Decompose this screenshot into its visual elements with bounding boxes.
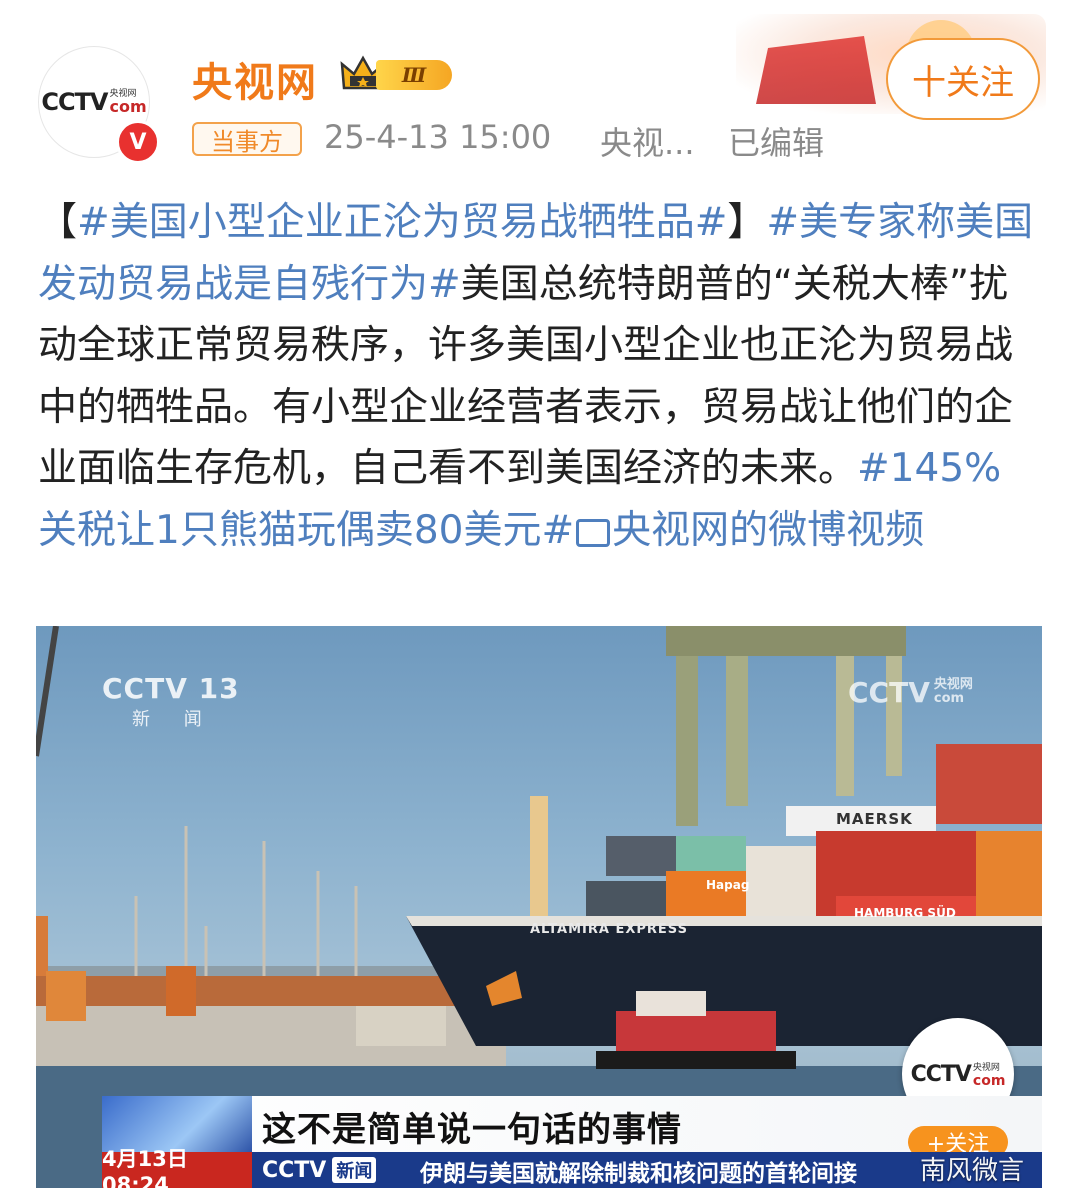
account-name[interactable]: 央视网: [192, 50, 318, 108]
post-source[interactable]: 央视...: [600, 118, 695, 164]
cctv-watermark: CCTV 央视网 com: [848, 676, 973, 709]
close-bracket: 】: [727, 200, 767, 245]
post-text: 【#美国小型企业正沦为贸易战牺牲品#】#美专家称美国发动贸易战是自残行为#美国总…: [38, 192, 1038, 561]
ship-name: ALTAMIRA EXPRESS: [530, 922, 688, 937]
source-watermark: 南风微言: [920, 1156, 1025, 1186]
news-ticker: 4月13日 08:24 CCTV 新闻 伊朗与美国就解除制裁和核问题的首轮间接: [102, 1147, 1042, 1188]
container-label-hapag: Hapag: [706, 878, 750, 892]
channel-logo: CCTV 13 新 闻: [102, 672, 240, 730]
open-bracket: 【: [38, 200, 78, 245]
topic-tag[interactable]: 当事方: [192, 122, 302, 156]
video-icon: [576, 518, 611, 547]
follow-button[interactable]: 十关注: [886, 38, 1040, 120]
container-label-maersk: MAERSK: [836, 810, 913, 828]
ticker-date: 4月13日 08:24: [102, 1147, 252, 1188]
cctv-logo: CCTV: [41, 88, 108, 116]
ticker-brand: CCTV 新闻: [262, 1154, 377, 1186]
video-player[interactable]: CCTV 13 新 闻 CCTV 央视网 com ALTAMIRA EXPRESS …: [36, 626, 1042, 1188]
container-label-hamburg: HAMBURG SÜD: [854, 906, 956, 920]
verified-icon: V: [116, 120, 160, 164]
hashtag-link[interactable]: #美国小型企业正沦为贸易战牺牲品#: [77, 200, 727, 245]
level-label: Ⅲ: [376, 60, 452, 90]
logo-com: com: [109, 97, 147, 116]
member-badge[interactable]: Ⅲ: [340, 52, 456, 96]
edited-label[interactable]: 已编辑: [728, 118, 824, 164]
channel-sub: 新 闻: [132, 709, 216, 730]
video-caption: 这不是简单说一句话的事情: [262, 1110, 682, 1150]
ticker-text: 伊朗与美国就解除制裁和核问题的首轮间接: [420, 1161, 857, 1187]
video-link[interactable]: 央视网的微博视频: [612, 508, 924, 553]
post-time: 25-4-13 15:00: [324, 118, 552, 156]
